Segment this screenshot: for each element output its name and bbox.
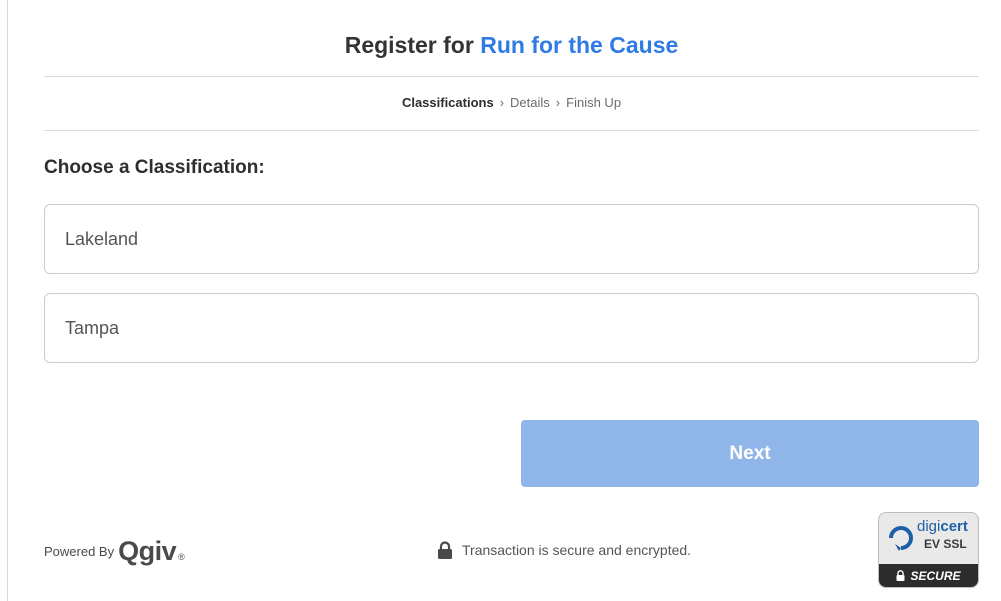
left-divider bbox=[7, 0, 8, 601]
event-name: Run for the Cause bbox=[480, 32, 679, 58]
option-label: Tampa bbox=[65, 318, 120, 338]
badge-type: EV SSL bbox=[924, 537, 967, 551]
digicert-swirl-icon bbox=[889, 526, 913, 551]
classification-option-lakeland[interactable]: Lakeland bbox=[44, 204, 979, 274]
option-label: Lakeland bbox=[65, 229, 139, 249]
qgiv-logo[interactable]: Qgiv ® bbox=[118, 535, 185, 567]
lock-icon bbox=[438, 541, 452, 559]
badge-status: SECURE bbox=[910, 568, 961, 583]
badge-status-bar: SECURE bbox=[879, 564, 978, 587]
page-title: Register for Run for the Cause bbox=[44, 0, 979, 77]
qgiv-logo-text: Qgiv bbox=[118, 535, 177, 566]
powered-by: Powered By Qgiv ® bbox=[44, 535, 185, 567]
badge-brand-suffix: cert bbox=[940, 518, 968, 535]
breadcrumb: Classifications › Details › Finish Up bbox=[44, 77, 979, 131]
powered-by-label: Powered By bbox=[44, 543, 115, 559]
registration-form: Register for Run for the Cause Classific… bbox=[44, 0, 979, 588]
registered-mark: ® bbox=[178, 551, 185, 562]
section-heading: Choose a Classification: bbox=[44, 157, 265, 178]
classification-option-tampa[interactable]: Tampa bbox=[44, 293, 979, 363]
badge-top: digicert EV SSL bbox=[879, 513, 978, 565]
registration-page: Register for Run for the Cause Classific… bbox=[0, 0, 1001, 601]
badge-brand-prefix: digi bbox=[917, 518, 941, 535]
breadcrumb-separator: › bbox=[555, 95, 561, 110]
lock-icon bbox=[896, 570, 905, 581]
next-button[interactable]: Next bbox=[521, 420, 979, 487]
breadcrumb-separator: › bbox=[499, 95, 505, 110]
badge-brand: digicert bbox=[917, 518, 968, 535]
step-details: Details bbox=[510, 95, 550, 110]
title-prefix: Register for bbox=[344, 32, 474, 58]
security-text: Transaction is secure and encrypted. bbox=[462, 542, 692, 558]
digicert-ssl-badge[interactable]: digicert EV SSL SECURE bbox=[878, 512, 979, 588]
step-classifications: Classifications bbox=[401, 95, 494, 110]
security-notice: Transaction is secure and encrypted. bbox=[437, 539, 691, 561]
step-finish-up: Finish Up bbox=[566, 95, 622, 110]
